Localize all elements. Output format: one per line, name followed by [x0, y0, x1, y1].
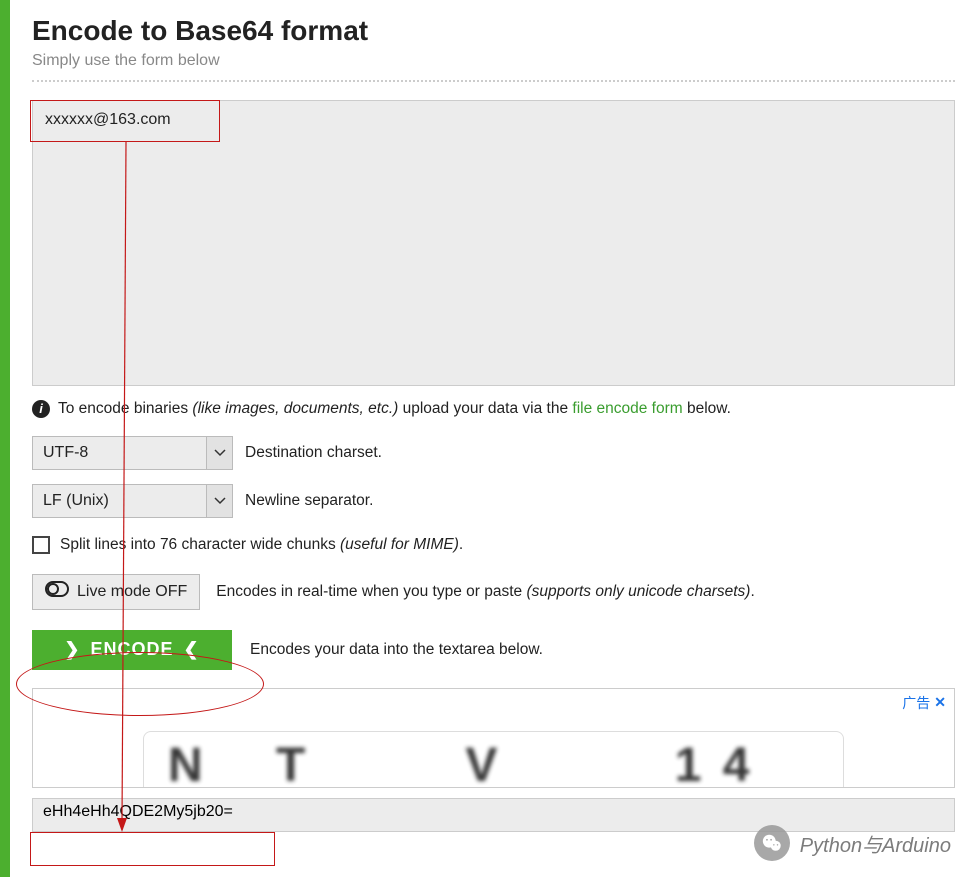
- upload-hint-text: To encode binaries (like images, documen…: [58, 400, 731, 418]
- live-desc-suffix: .: [750, 583, 754, 600]
- divider: [32, 80, 955, 82]
- encode-button[interactable]: ❯ ENCODE ❮: [32, 630, 232, 670]
- hint-mid: upload your data via the: [398, 400, 572, 417]
- hint-suffix: below.: [683, 400, 731, 417]
- chevron-left-icon: ❮: [184, 639, 200, 660]
- page-subtitle: Simply use the form below: [32, 52, 955, 70]
- split-label-suffix: .: [459, 536, 463, 553]
- source-input[interactable]: [32, 100, 955, 386]
- split-label-italic: (useful for MIME): [340, 536, 459, 553]
- split-label: Split lines into 76 character wide chunk…: [60, 536, 463, 554]
- annotation-output-highlight: [30, 832, 275, 866]
- charset-value: UTF-8: [32, 436, 207, 470]
- watermark-text: Python与Arduino: [800, 829, 951, 858]
- live-mode-row: Live mode OFF Encodes in real-time when …: [32, 574, 955, 610]
- toggle-icon: [45, 581, 69, 602]
- newline-label: Newline separator.: [245, 492, 373, 510]
- split-label-prefix: Split lines into 76 character wide chunk…: [60, 536, 340, 553]
- encode-row: ❯ ENCODE ❮ Encodes your data into the te…: [32, 630, 955, 670]
- watermark: Python与Arduino: [754, 825, 951, 861]
- ad-label-row: 广告 ✕: [902, 693, 946, 713]
- charset-select[interactable]: UTF-8: [32, 436, 233, 470]
- chevron-right-icon: ❯: [64, 639, 80, 660]
- encode-button-label: ENCODE: [90, 639, 173, 660]
- file-encode-link[interactable]: file encode form: [572, 400, 682, 417]
- newline-row: LF (Unix) Newline separator.: [32, 484, 955, 518]
- encode-desc: Encodes your data into the textarea belo…: [250, 641, 543, 659]
- main-content: Encode to Base64 format Simply use the f…: [32, 0, 955, 832]
- hint-prefix: To encode binaries: [58, 400, 192, 417]
- live-mode-label: Live mode OFF: [77, 583, 187, 601]
- split-row: Split lines into 76 character wide chunk…: [32, 536, 955, 554]
- live-mode-desc: Encodes in real-time when you type or pa…: [216, 583, 755, 601]
- ad-inner[interactable]: N T V 1 4: [143, 731, 844, 787]
- chevron-down-icon: [207, 436, 233, 470]
- hint-italic: (like images, documents, etc.): [192, 400, 398, 417]
- wechat-icon: [754, 825, 790, 861]
- charset-row: UTF-8 Destination charset.: [32, 436, 955, 470]
- newline-select[interactable]: LF (Unix): [32, 484, 233, 518]
- live-mode-toggle[interactable]: Live mode OFF: [32, 574, 200, 610]
- left-accent-bar: [0, 0, 10, 877]
- ad-close-button[interactable]: ✕: [934, 694, 946, 711]
- split-checkbox[interactable]: [32, 536, 50, 554]
- ad-blurred-text: N T V 1 4: [144, 732, 843, 787]
- info-icon: i: [32, 400, 50, 418]
- live-desc-italic: (supports only unicode charsets): [526, 583, 750, 600]
- ad-label: 广告: [902, 693, 930, 713]
- upload-hint-row: i To encode binaries (like images, docum…: [32, 400, 955, 418]
- charset-label: Destination charset.: [245, 444, 382, 462]
- ad-container: 广告 ✕ N T V 1 4: [32, 688, 955, 788]
- live-desc-prefix: Encodes in real-time when you type or pa…: [216, 583, 526, 600]
- chevron-down-icon: [207, 484, 233, 518]
- newline-value: LF (Unix): [32, 484, 207, 518]
- page-title: Encode to Base64 format: [32, 14, 955, 48]
